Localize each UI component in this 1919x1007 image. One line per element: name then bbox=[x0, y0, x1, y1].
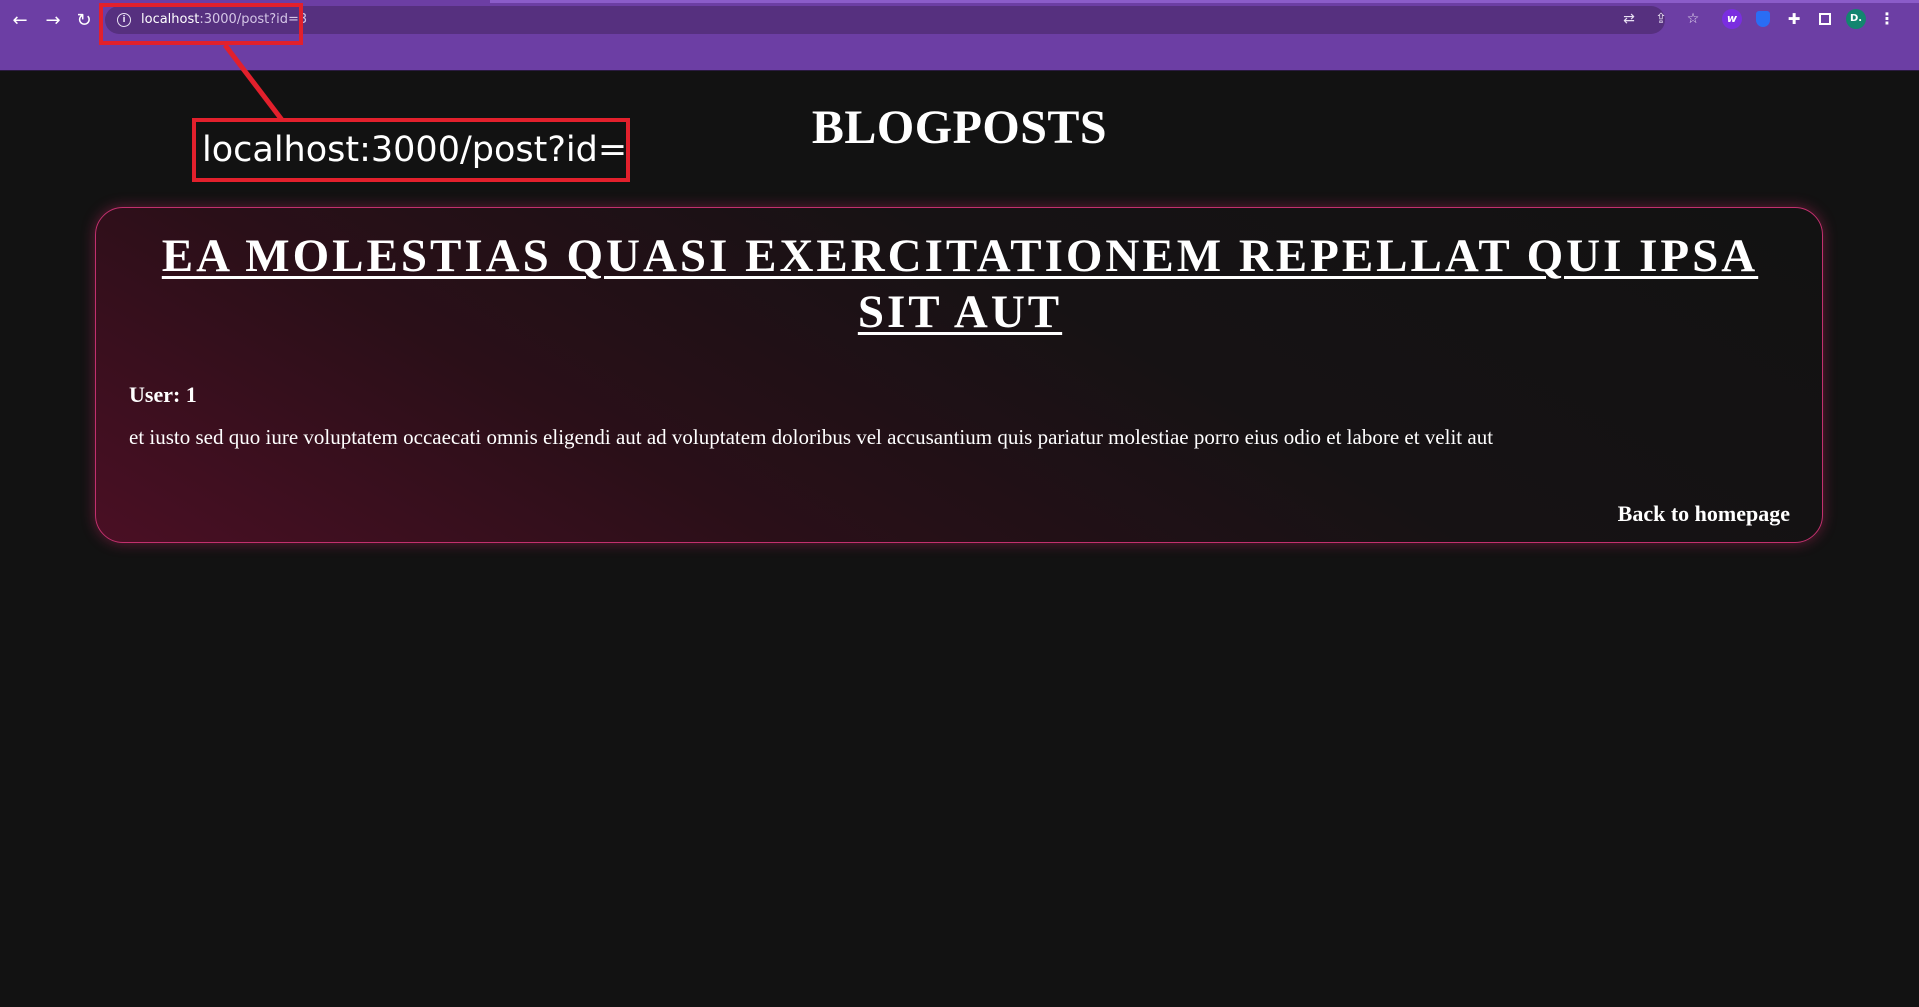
post-user: User: 1 bbox=[129, 382, 197, 407]
post-card: EA MOLESTIAS QUASI EXERCITATIONEM REPELL… bbox=[95, 207, 1823, 543]
post-title: EA MOLESTIAS QUASI EXERCITATIONEM REPELL… bbox=[161, 230, 1759, 338]
back-to-homepage-link[interactable]: Back to homepage bbox=[1618, 501, 1790, 527]
page-title: BLOGPOSTS bbox=[811, 101, 1108, 154]
post-body: et iusto sed quo iure voluptatem occaeca… bbox=[129, 425, 1494, 449]
